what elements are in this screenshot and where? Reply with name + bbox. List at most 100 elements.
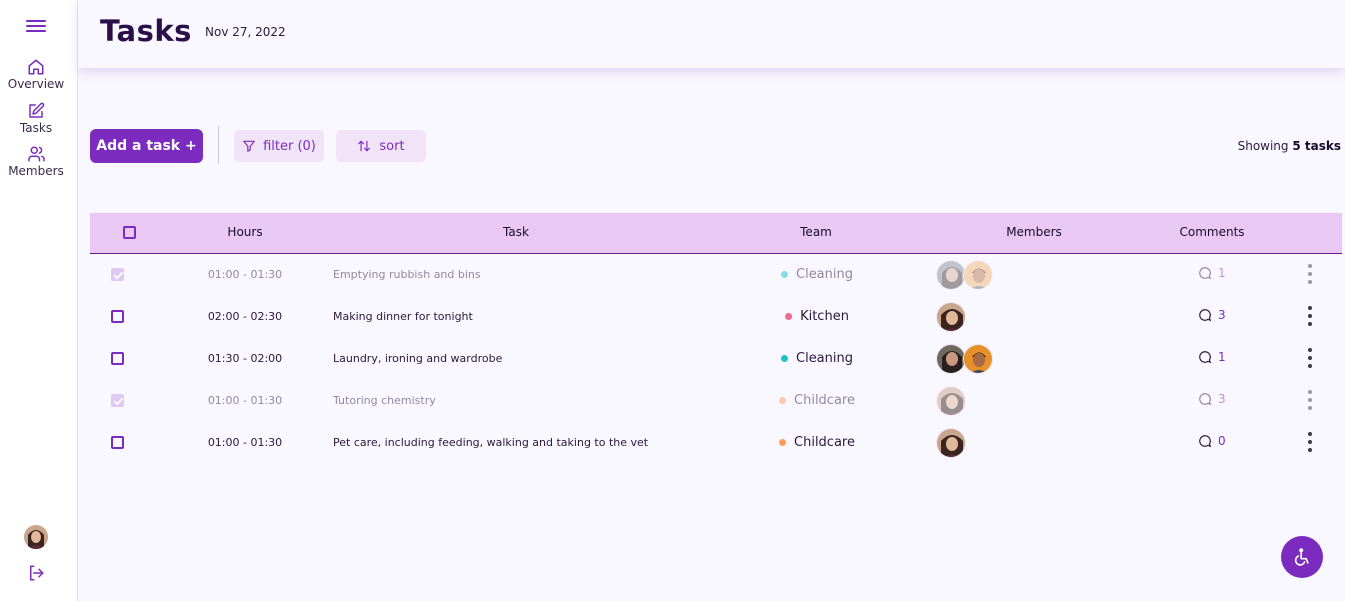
team-dot	[785, 313, 793, 320]
row-checkbox[interactable]	[111, 352, 124, 365]
task-count: Showing 5 tasks	[1238, 139, 1341, 153]
accessibility-button[interactable]	[1281, 536, 1323, 578]
avatar[interactable]	[963, 260, 993, 290]
task-hours: 01:00 - 01:30	[207, 436, 283, 449]
row-checkbox[interactable]	[111, 394, 124, 407]
table-row[interactable]: 02:00 - 02:30 Making dinner for tonight …	[90, 296, 1342, 338]
comments-value: 1	[1218, 350, 1226, 364]
column-header-task[interactable]: Task	[503, 225, 529, 239]
sort-label: sort	[379, 138, 405, 154]
team-name: Cleaning	[796, 267, 853, 282]
more-vertical-icon[interactable]	[1305, 306, 1315, 326]
users-icon	[27, 146, 45, 162]
more-vertical-icon[interactable]	[1305, 264, 1315, 284]
home-icon	[28, 59, 44, 75]
more-vertical-icon[interactable]	[1305, 432, 1315, 452]
team-dot	[781, 355, 788, 362]
team-tag: Cleaning	[781, 351, 853, 366]
sidebar: Overview Tasks Members	[0, 0, 78, 601]
avatar[interactable]	[936, 344, 966, 374]
page-header: Tasks Nov 27, 2022	[78, 0, 1345, 68]
team-dot	[779, 397, 787, 404]
member-avatars	[936, 302, 966, 332]
avatar[interactable]	[936, 428, 966, 458]
page-title: Tasks	[100, 14, 192, 48]
task-name: Pet care, including feeding, walking and…	[333, 436, 649, 449]
sidebar-item-overview[interactable]: Overview	[0, 58, 72, 91]
member-avatars	[936, 386, 966, 416]
table-row[interactable]: 01:00 - 01:30 Tutoring chemistry Childca…	[90, 380, 1342, 422]
comment-icon	[1199, 393, 1212, 406]
showing-count: 5 tasks	[1292, 139, 1341, 153]
row-checkbox[interactable]	[111, 268, 124, 281]
team-tag: Childcare	[779, 393, 855, 408]
comment-icon	[1199, 435, 1212, 448]
sort-icon	[358, 140, 371, 152]
comments-value: 3	[1218, 308, 1226, 322]
column-header-team[interactable]: Team	[800, 225, 832, 239]
comment-icon	[1199, 309, 1212, 322]
page-date: Nov 27, 2022	[205, 25, 286, 39]
avatar[interactable]	[936, 260, 966, 290]
row-checkbox[interactable]	[111, 436, 124, 449]
sort-button[interactable]: sort	[336, 130, 426, 162]
member-avatars	[936, 344, 993, 374]
sidebar-item-tasks[interactable]: Tasks	[0, 102, 72, 135]
comment-icon	[1199, 351, 1212, 364]
task-name: Laundry, ironing and wardrobe	[333, 352, 503, 365]
table-row[interactable]: 01:00 - 01:30 Pet care, including feedin…	[90, 422, 1342, 464]
task-name: Emptying rubbish and bins	[333, 268, 481, 281]
task-name: Making dinner for tonight	[333, 310, 473, 323]
team-dot	[781, 271, 788, 278]
toolbar-divider	[218, 126, 219, 164]
comments-count[interactable]: 3	[1198, 392, 1226, 406]
logout-icon[interactable]	[27, 564, 45, 586]
comments-value: 1	[1218, 266, 1226, 280]
avatar[interactable]	[24, 525, 48, 549]
sidebar-item-members[interactable]: Members	[0, 145, 72, 178]
add-task-button[interactable]: Add a task +	[90, 129, 203, 163]
team-name: Kitchen	[800, 309, 849, 324]
comment-icon	[1199, 267, 1212, 280]
team-name: Childcare	[794, 435, 855, 450]
table-header: Hours Task Team Members Comments	[90, 213, 1342, 254]
comments-count[interactable]: 1	[1198, 350, 1226, 364]
team-tag: Kitchen	[785, 309, 849, 324]
team-name: Cleaning	[796, 351, 853, 366]
task-name: Tutoring chemistry	[333, 394, 436, 407]
task-hours: 01:30 - 02:00	[207, 352, 283, 365]
avatar[interactable]	[936, 302, 966, 332]
table-row[interactable]: 01:30 - 02:00 Laundry, ironing and wardr…	[90, 338, 1342, 380]
team-dot	[779, 439, 787, 446]
avatar[interactable]	[963, 344, 993, 374]
accessibility-icon	[1294, 548, 1309, 566]
comments-count[interactable]: 1	[1198, 266, 1226, 280]
avatar[interactable]	[936, 386, 966, 416]
edit-icon	[29, 102, 45, 118]
task-hours: 01:00 - 01:30	[207, 394, 283, 407]
team-tag: Childcare	[779, 435, 855, 450]
comments-value: 3	[1218, 392, 1226, 406]
sidebar-item-label: Tasks	[19, 121, 53, 135]
member-avatars	[936, 428, 966, 458]
menu-icon[interactable]	[26, 20, 46, 36]
select-all-checkbox[interactable]	[123, 226, 136, 239]
column-header-comments[interactable]: Comments	[1179, 225, 1244, 239]
task-hours: 02:00 - 02:30	[207, 310, 283, 323]
filter-button[interactable]: filter (0)	[234, 130, 324, 162]
member-avatars	[936, 260, 993, 290]
column-header-hours[interactable]: Hours	[227, 225, 262, 239]
filter-label: filter (0)	[263, 138, 316, 154]
comments-value: 0	[1218, 434, 1226, 448]
comments-count[interactable]: 0	[1198, 434, 1226, 448]
more-vertical-icon[interactable]	[1305, 390, 1315, 410]
row-checkbox[interactable]	[111, 310, 124, 323]
team-name: Childcare	[794, 393, 855, 408]
column-header-members[interactable]: Members	[1006, 225, 1062, 239]
more-vertical-icon[interactable]	[1305, 348, 1315, 368]
team-tag: Cleaning	[781, 267, 853, 282]
table-row[interactable]: 01:00 - 01:30 Emptying rubbish and bins …	[90, 254, 1342, 296]
sidebar-item-label: Members	[8, 164, 64, 178]
comments-count[interactable]: 3	[1198, 308, 1226, 322]
task-hours: 01:00 - 01:30	[207, 268, 283, 281]
